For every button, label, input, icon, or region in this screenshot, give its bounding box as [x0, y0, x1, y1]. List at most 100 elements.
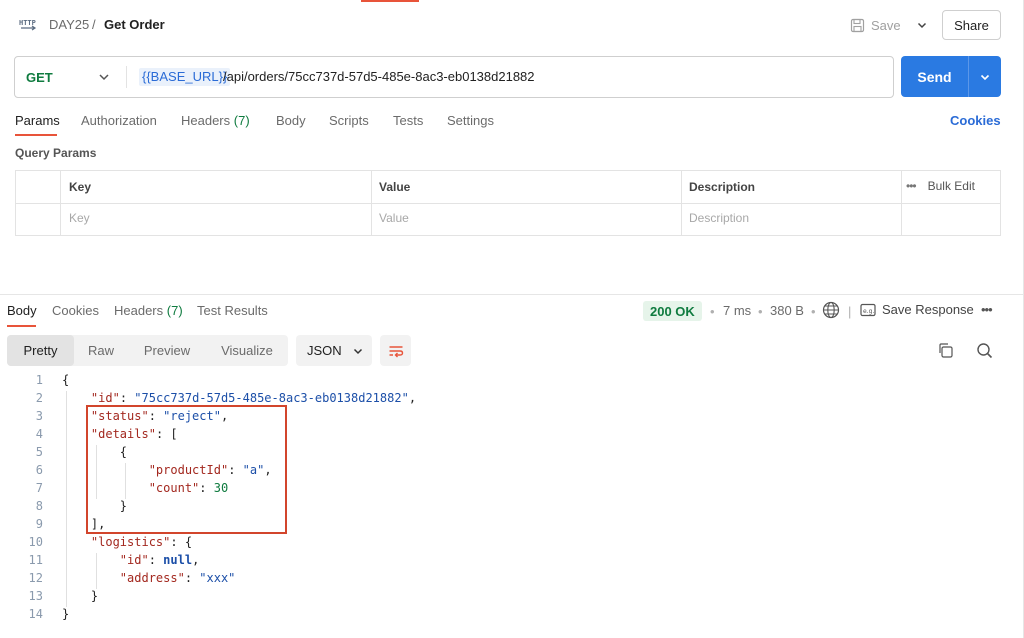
line-number: 3 [35, 409, 43, 423]
request-header: HTTP DAY25 / Get Order Save Share [0, 0, 1024, 50]
view-mode-visualize[interactable]: Visualize [208, 335, 286, 366]
example-icon: e.g. [860, 303, 876, 316]
line-number: 7 [35, 481, 43, 495]
globe-icon[interactable] [822, 301, 840, 319]
chevron-down-icon [917, 22, 927, 29]
column-header-value: Value [379, 180, 411, 194]
save-options-button[interactable] [912, 13, 932, 37]
line-number: 9 [35, 517, 43, 531]
url-divider [126, 66, 127, 88]
wrap-lines-icon [389, 345, 403, 357]
search-icon[interactable] [976, 342, 993, 359]
share-button[interactable]: Share [942, 10, 1001, 40]
more-options-icon[interactable]: ••• [981, 302, 993, 317]
send-button-group: Send [901, 56, 1001, 97]
svg-text:HTTP: HTTP [19, 19, 36, 27]
json-string: "xxx" [199, 571, 236, 585]
tab-scripts[interactable]: Scripts [329, 113, 369, 128]
line-number: 12 [28, 571, 43, 585]
bulk-edit-label: Bulk Edit [927, 179, 975, 193]
param-description-input[interactable]: Description [689, 211, 749, 225]
view-mode-pretty[interactable]: Pretty [7, 335, 74, 366]
tab-headers[interactable]: Headers (7) [181, 113, 250, 128]
word-wrap-button[interactable] [380, 335, 411, 366]
code-text: "logistics": { [90, 535, 193, 549]
response-tab-headers[interactable]: Headers (7) [114, 303, 183, 318]
line-number: 10 [28, 535, 43, 549]
request-title[interactable]: Get Order [104, 17, 165, 32]
query-params-title: Query Params [15, 146, 97, 160]
method-selector[interactable]: GET [26, 70, 53, 85]
line-number: 4 [35, 427, 43, 441]
code-text: "id": null, [119, 553, 200, 567]
copy-icon[interactable] [937, 342, 954, 359]
format-select[interactable]: JSON [296, 335, 372, 366]
json-key: "id" [90, 391, 120, 405]
line-number: 14 [28, 607, 43, 621]
view-mode-raw[interactable]: Raw [74, 335, 128, 366]
json-null: null [163, 553, 193, 567]
response-tab-test-results[interactable]: Test Results [197, 303, 268, 318]
tab-headers-label: Headers [181, 113, 231, 128]
http-icon: HTTP [19, 19, 37, 31]
json-key: "id" [119, 553, 149, 567]
column-header-key: Key [69, 180, 92, 194]
view-mode-preview[interactable]: Preview [132, 335, 202, 366]
format-label: JSON [307, 343, 342, 358]
cookies-link[interactable]: Cookies [950, 113, 1001, 128]
param-key-input[interactable]: Key [69, 211, 90, 225]
json-brace: { [62, 373, 70, 387]
url-input[interactable]: /api/orders/75cc737d-57d5-485e-8ac3-eb01… [223, 69, 535, 84]
save-response-button[interactable]: e.g. Save Response [860, 302, 974, 317]
code-line: 13 } [0, 587, 1024, 605]
active-response-tab-indicator [7, 325, 36, 327]
save-button[interactable]: Save [850, 13, 901, 37]
save-icon [850, 18, 865, 32]
chevron-down-icon [353, 348, 362, 354]
chevron-down-icon[interactable] [97, 70, 111, 84]
separator-dot: | [848, 304, 852, 319]
response-tab-cookies[interactable]: Cookies [52, 303, 99, 318]
response-size[interactable]: 380 B [770, 303, 804, 318]
param-value-input[interactable]: Value [379, 211, 409, 225]
line-number: 6 [35, 463, 43, 477]
tab-settings[interactable]: Settings [447, 113, 494, 128]
code-line: 12 "address": "xxx" [0, 569, 1024, 587]
column-header-description: Description [689, 180, 756, 194]
json-string: "75cc737d-57d5-485e-8ac3-eb0138d21882" [134, 391, 409, 405]
save-response-label: Save Response [882, 302, 974, 317]
line-number: 13 [28, 589, 43, 603]
code-line: 10 "logistics": { [0, 533, 1024, 551]
code-line: 14} [0, 605, 1024, 623]
view-mode-selector: Pretty Raw Preview Visualize [7, 335, 288, 366]
line-number: 5 [35, 445, 43, 459]
bulk-edit-button[interactable]: ••• Bulk Edit [906, 179, 975, 193]
table-divider [16, 203, 1000, 204]
tab-body[interactable]: Body [276, 113, 306, 128]
send-button[interactable]: Send [901, 56, 968, 97]
annotation-highlight-box [86, 405, 287, 534]
url-variable[interactable]: {{BASE_URL}} [139, 68, 231, 86]
line-number: 1 [35, 373, 43, 387]
save-label: Save [871, 17, 901, 33]
response-tab-body[interactable]: Body [7, 303, 37, 318]
response-time[interactable]: 7 ms [723, 303, 751, 318]
tab-tests[interactable]: Tests [393, 113, 423, 128]
line-number: 11 [28, 553, 43, 567]
code-line: 11 "id": null, [0, 551, 1024, 569]
send-options-button[interactable] [969, 56, 1001, 97]
line-number: 2 [35, 391, 43, 405]
response-tab-headers-count: (7) [166, 303, 183, 318]
code-text: } [62, 589, 99, 603]
separator-dot: • [710, 304, 715, 319]
breadcrumb-separator: / [92, 17, 96, 32]
status-badge[interactable]: 200 OK [643, 301, 702, 321]
active-tab-indicator [15, 134, 57, 136]
response-divider[interactable] [0, 294, 1024, 295]
url-bar: GET {{BASE_URL}} /api/orders/75cc737d-57… [14, 56, 894, 98]
more-options-icon[interactable]: ••• [906, 179, 917, 193]
tab-authorization[interactable]: Authorization [81, 113, 157, 128]
breadcrumb-collection[interactable]: DAY25 [49, 17, 89, 32]
code-text: "address": "xxx" [119, 571, 236, 585]
tab-params[interactable]: Params [15, 113, 60, 128]
